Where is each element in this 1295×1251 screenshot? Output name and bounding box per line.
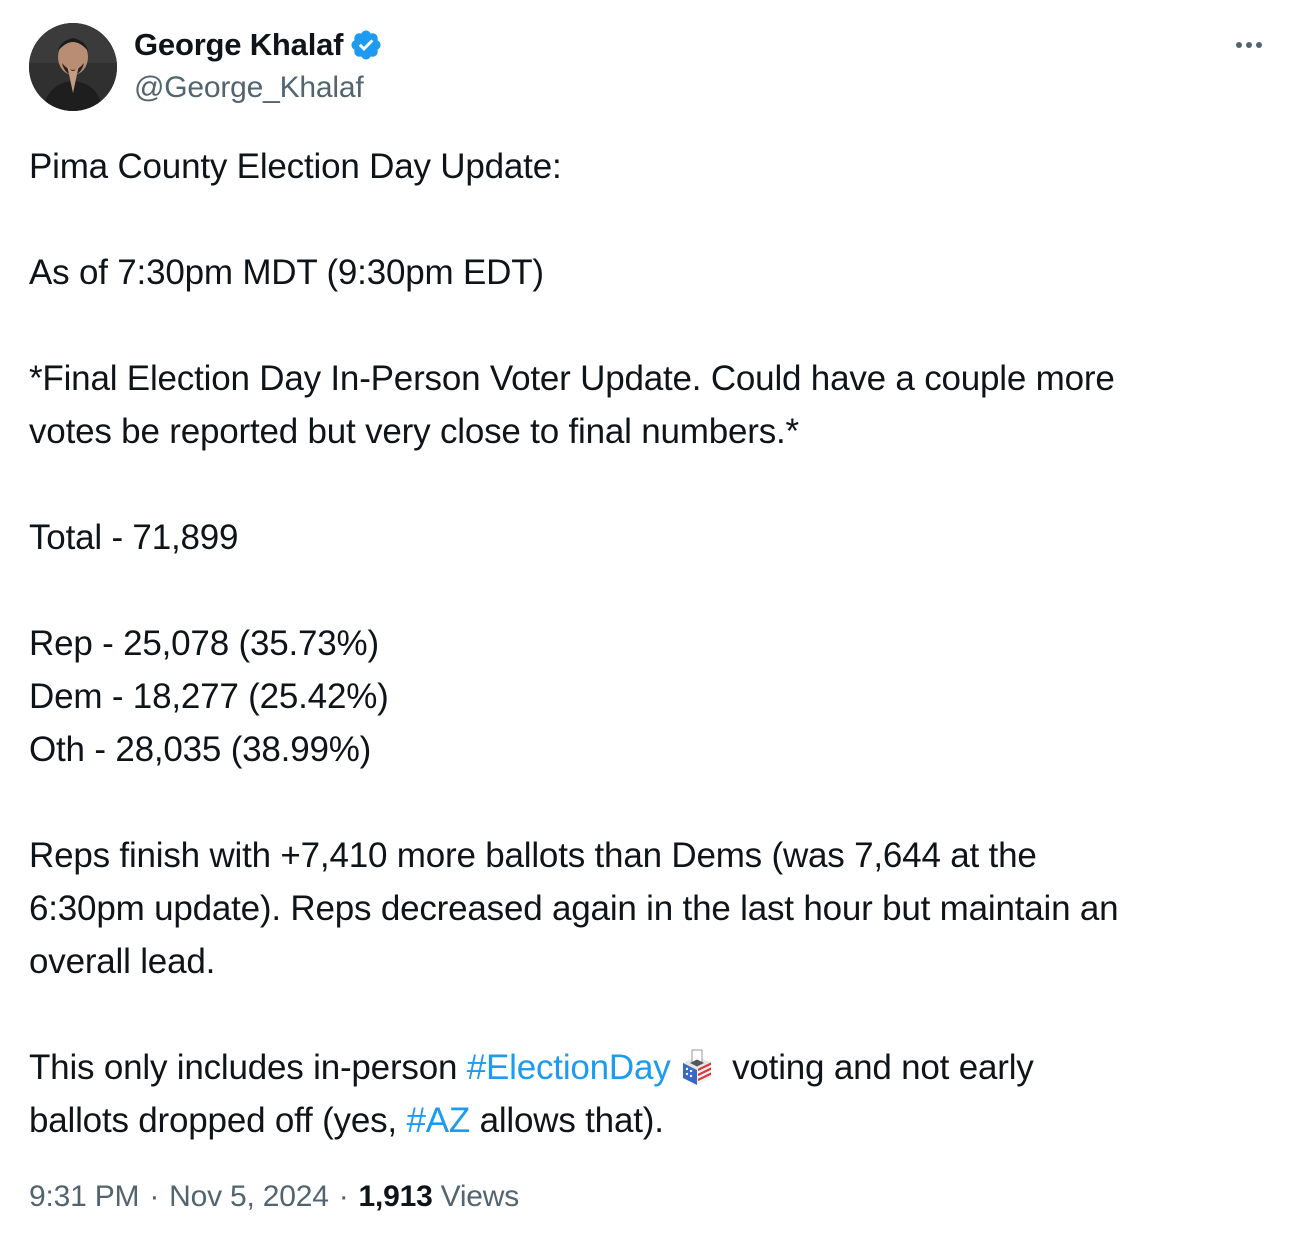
tweet-spacer <box>29 193 1269 246</box>
display-name-row: George Khalaf <box>134 25 383 65</box>
tweet-time[interactable]: 9:31 PM <box>29 1180 140 1214</box>
tweet-header: George Khalaf @George_Khalaf <box>29 23 1269 113</box>
tweet-line-summary-2: 6:30pm update). Reps decreased again in … <box>29 889 1119 928</box>
hashtag-electionday-link[interactable]: #ElectionDay <box>467 1048 671 1087</box>
tweet-spacer <box>29 299 1269 352</box>
closing-text-b: voting and not early <box>722 1048 1034 1087</box>
tweet-line-oth: Oth - 28,035 (38.99%) <box>29 730 372 769</box>
display-name[interactable]: George Khalaf <box>134 27 343 63</box>
author-handle[interactable]: @George_Khalaf <box>134 71 383 105</box>
tweet-line-closing-2: ballots dropped off (yes, #AZ allows tha… <box>29 1094 1269 1147</box>
tweet-spacer <box>29 776 1269 829</box>
author-names: George Khalaf @George_Khalaf <box>134 25 383 105</box>
verified-badge-icon[interactable] <box>349 28 383 62</box>
more-horizontal-icon-dot <box>1236 42 1242 48</box>
tweet-spacer <box>29 564 1269 617</box>
closing-text-a: This only includes in-person <box>29 1048 467 1087</box>
tweet-spacer <box>29 988 1269 1041</box>
views-count[interactable]: 1,913 <box>359 1180 433 1214</box>
tweet-meta: 9:31 PM · Nov 5, 2024 · 1,913 Views <box>29 1180 519 1214</box>
closing-text-c: ballots dropped off (yes, <box>29 1101 407 1140</box>
tweet-line-closing-1: This only includes in-person #ElectionDa… <box>29 1041 1269 1094</box>
tweet: George Khalaf @George_Khalaf Pima County… <box>0 0 1295 1251</box>
meta-separator: · <box>149 1180 160 1213</box>
tweet-line-summary-3: overall lead. <box>29 942 216 981</box>
more-horizontal-icon-dot <box>1246 42 1252 48</box>
closing-text-d: allows that). <box>470 1101 664 1140</box>
views-label[interactable]: Views <box>441 1180 520 1214</box>
tweet-line-dem: Dem - 18,277 (25.42%) <box>29 677 389 716</box>
tweet-line-heading: Pima County Election Day Update: <box>29 147 562 186</box>
tweet-spacer <box>29 458 1269 511</box>
more-horizontal-icon-dot <box>1256 42 1262 48</box>
meta-separator: · <box>338 1180 349 1213</box>
tweet-line-note-1: *Final Election Day In-Person Voter Upda… <box>29 359 1115 398</box>
person-hands-clasped-avatar-icon <box>29 23 117 111</box>
hashtag-az-link[interactable]: #AZ <box>406 1101 470 1140</box>
tweet-body: Pima County Election Day Update: As of 7… <box>29 140 1269 1147</box>
tweet-date[interactable]: Nov 5, 2024 <box>169 1180 329 1214</box>
ballot-box-icon <box>682 1049 711 1085</box>
avatar[interactable] <box>29 23 117 111</box>
tweet-line-timestamp: As of 7:30pm MDT (9:30pm EDT) <box>29 253 544 292</box>
tweet-line-rep: Rep - 25,078 (35.73%) <box>29 624 379 663</box>
tweet-line-total: Total - 71,899 <box>29 518 239 557</box>
tweet-line-summary-1: Reps finish with +7,410 more ballots tha… <box>29 836 1037 875</box>
more-options-button[interactable] <box>1229 29 1269 61</box>
tweet-line-note-2: votes be reported but very close to fina… <box>29 412 799 451</box>
